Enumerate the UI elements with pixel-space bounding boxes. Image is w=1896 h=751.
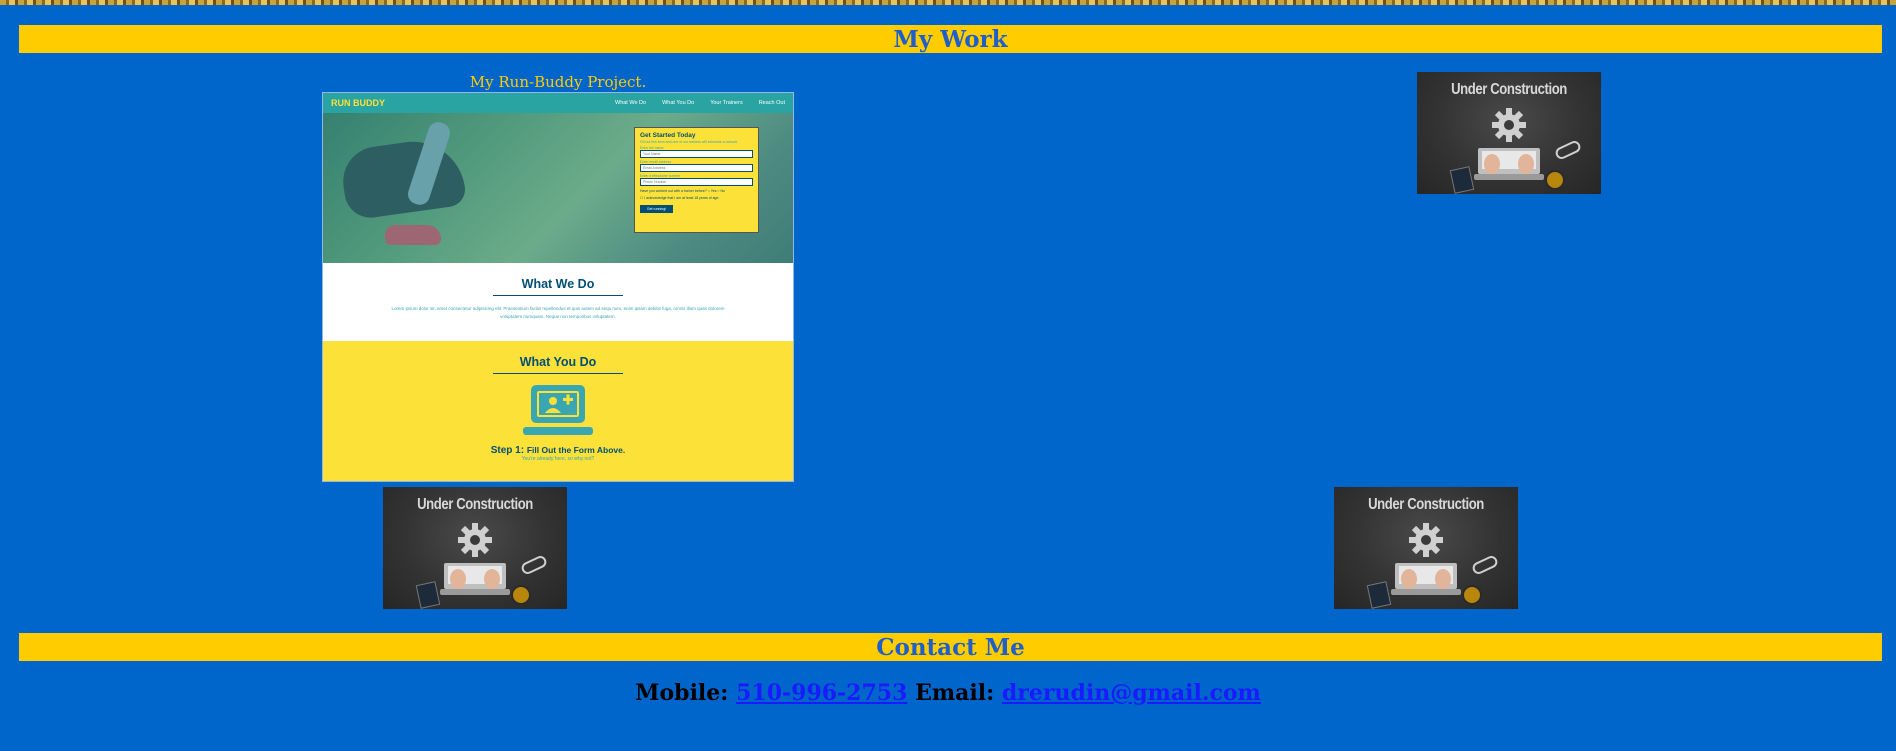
- rb-what-we-do-text: Lorem ipsum dolor sit, amet consectetur …: [391, 306, 725, 319]
- rb-nav-link: Your Trainers: [710, 100, 743, 106]
- rb-radio-yes: Yes: [710, 189, 717, 193]
- gear-icon: [1409, 523, 1443, 557]
- rb-step-subtext: You're already here, so why not?: [521, 456, 595, 462]
- coffee-cup-icon: [1545, 170, 1565, 190]
- divider: [493, 373, 623, 374]
- divider: [493, 295, 623, 296]
- rb-logo: RUN BUDDY: [331, 98, 385, 108]
- uc-title: Under Construction: [1451, 81, 1567, 98]
- rb-step-one: Step 1: Fill Out the Form Above.: [323, 445, 793, 456]
- rb-signup-form: Get Started Today Fill out this form and…: [634, 127, 759, 233]
- rb-age-checkbox: ☐ I acknowledge that I am at least 18 ye…: [640, 196, 720, 200]
- project-caption: My Run-Buddy Project.: [469, 73, 647, 91]
- rb-checkbox-text: I acknowledge that I am at least 18 year…: [644, 196, 720, 200]
- rb-trainer-question: Have you worked out with a trainer befor…: [640, 189, 725, 193]
- email-label: Email:: [915, 680, 995, 706]
- rb-nav-links: What We Do What You Do Your Trainers Rea…: [615, 100, 785, 106]
- under-construction-image[interactable]: Under Construction: [383, 487, 567, 609]
- rb-what-we-do-title: What We Do: [521, 277, 595, 291]
- laptop-add-user-icon: [523, 385, 593, 435]
- rb-nav-link: What You Do: [662, 100, 695, 106]
- rb-form-title: Get Started Today: [640, 132, 696, 139]
- rb-what-you-do-title: What You Do: [519, 355, 597, 369]
- rb-nav-link: Reach Out: [758, 100, 785, 106]
- laptop-icon: [1391, 563, 1461, 595]
- my-work-heading: My Work: [19, 25, 1882, 53]
- mobile-label: Mobile:: [635, 680, 729, 706]
- rb-phone-field: Phone Number: [640, 178, 753, 186]
- uc-title: Under Construction: [1368, 496, 1484, 513]
- glasses-icon: [1553, 139, 1583, 161]
- rb-nav-link: What We Do: [615, 100, 647, 106]
- rb-step-label: Step 1:: [490, 445, 525, 456]
- under-construction-image[interactable]: Under Construction: [1417, 72, 1601, 194]
- contact-line: Mobile: 510-996-2753 Email: drerudin@gma…: [0, 680, 1896, 706]
- uc-title: Under Construction: [417, 496, 533, 513]
- rb-navbar: RUN BUDDY What We Do What You Do Your Tr…: [323, 93, 793, 113]
- rb-form-intro: Fill out this form and one of our traine…: [640, 140, 738, 144]
- under-construction-image[interactable]: Under Construction: [1334, 487, 1518, 609]
- rb-radio-text: Have you worked out with a trainer befor…: [640, 189, 707, 193]
- mobile-link[interactable]: 510-996-2753: [736, 680, 907, 706]
- phone-icon: [415, 581, 441, 609]
- rb-hero-image: Get Started Today Fill out this form and…: [323, 113, 793, 263]
- gear-icon: [458, 523, 492, 557]
- contact-me-heading: Contact Me: [19, 633, 1882, 661]
- glasses-icon: [1470, 554, 1500, 576]
- laptop-icon: [440, 563, 510, 595]
- header-banner-strip: [0, 0, 1896, 5]
- rb-step-text: Fill Out the Form Above.: [526, 445, 626, 455]
- rb-radio-no: No: [720, 189, 725, 193]
- laptop-icon: [1474, 148, 1544, 180]
- glasses-icon: [519, 554, 549, 576]
- coffee-cup-icon: [1462, 585, 1482, 605]
- rb-submit-button: Get running!: [640, 205, 673, 213]
- phone-icon: [1449, 166, 1475, 194]
- rb-email-field: Email Address: [640, 164, 753, 172]
- rb-what-we-do-section: What We Do Lorem ipsum dolor sit, amet c…: [323, 263, 793, 341]
- email-link[interactable]: drerudin@gmail.com: [1002, 680, 1261, 706]
- gear-icon: [1492, 108, 1526, 142]
- run-buddy-project-screenshot[interactable]: RUN BUDDY What We Do What You Do Your Tr…: [322, 92, 794, 482]
- rb-name-field: Your Name: [640, 150, 753, 158]
- coffee-cup-icon: [511, 585, 531, 605]
- rb-what-you-do-section: What You Do Step 1: Fill Out the Form Ab…: [323, 341, 793, 481]
- phone-icon: [1366, 581, 1392, 609]
